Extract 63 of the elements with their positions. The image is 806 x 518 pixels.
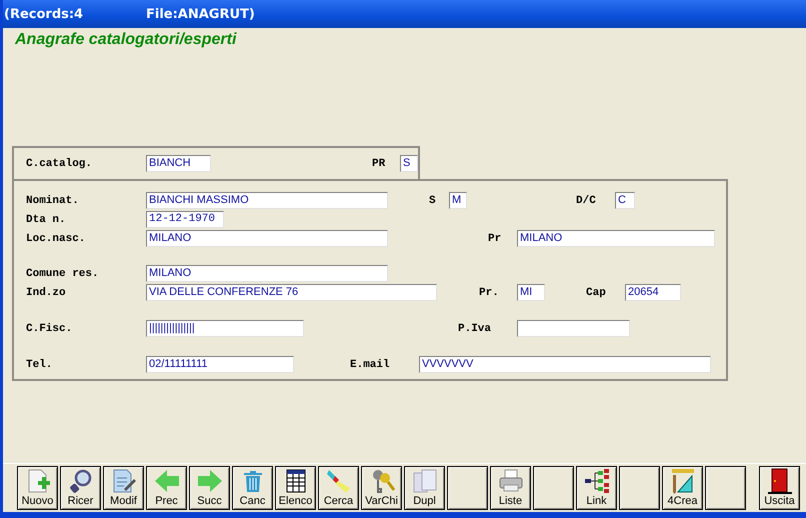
empty-button[interactable] — [705, 466, 746, 510]
file-name: File:ANAGRUT) — [146, 6, 255, 22]
field-label: Ind.zo — [26, 286, 67, 298]
field-label: Pr. — [479, 286, 500, 298]
field-label: P.Iva — [458, 322, 492, 334]
toolbar-button[interactable]: Ricer — [60, 466, 101, 510]
toolbar-button[interactable]: Dupl — [404, 466, 445, 510]
toolbar-button[interactable]: Modif — [103, 466, 144, 510]
copy-icon — [412, 468, 438, 494]
toolbar-button[interactable]: Uscita — [759, 466, 800, 510]
input-field[interactable]: MILANO — [517, 230, 715, 247]
toolbar-button[interactable]: 4Crea — [662, 466, 703, 510]
field-label: Comune res. — [26, 268, 100, 280]
toolbar-button[interactable]: VarChi — [361, 466, 402, 510]
input-field[interactable]: MI — [517, 284, 545, 301]
field-label: Tel. — [26, 358, 54, 370]
field-label: Pr — [488, 232, 502, 244]
toolbar-button[interactable]: Nuovo — [17, 466, 58, 510]
input-field[interactable]: C — [615, 192, 635, 209]
toolbar-button[interactable]: Succ — [189, 466, 230, 510]
input-field[interactable]: 20654 — [625, 284, 681, 301]
field-label: D/C — [576, 194, 597, 206]
toolbar-button[interactable]: Prec — [146, 466, 187, 510]
input-field[interactable]: 12-12-1970 — [146, 211, 224, 228]
input-field[interactable]: BIANCHI MASSIMO — [146, 192, 388, 209]
left-arrow-icon — [154, 468, 180, 494]
input-field[interactable]: MILANO — [146, 265, 388, 282]
input-field[interactable]: BIANCH — [146, 155, 211, 172]
toolbar-button[interactable]: Cerca — [318, 466, 359, 510]
field-label: Dta n. — [26, 214, 67, 226]
empty-button[interactable] — [447, 466, 488, 510]
input-field[interactable] — [517, 320, 630, 337]
drafting-tools-icon — [670, 468, 696, 494]
input-field[interactable]: MILANO — [146, 230, 388, 247]
input-field[interactable]: VVVVVVV — [419, 356, 711, 373]
empty-button[interactable] — [533, 466, 574, 510]
empty-button[interactable] — [619, 466, 660, 510]
input-field[interactable]: S — [400, 155, 418, 172]
field-label: Loc.nasc. — [26, 232, 86, 244]
right-arrow-icon — [196, 468, 222, 494]
door-icon — [766, 468, 792, 494]
field-label: S — [429, 194, 437, 206]
field-label: Cap — [586, 286, 607, 298]
field-label: PR — [372, 158, 386, 170]
records-count: (Records:4 — [4, 6, 84, 22]
toolbar-button[interactable]: Elenco — [275, 466, 316, 510]
field-label: C.Fisc. — [26, 322, 74, 334]
flashlight-icon — [326, 468, 352, 494]
toolbar-button[interactable]: Liste — [490, 466, 531, 510]
field-label: Nominat. — [26, 194, 80, 206]
form-title: Anagrafe catalogatori/esperti — [15, 31, 238, 49]
magnifier-icon — [68, 468, 94, 494]
edit-document-icon — [110, 468, 136, 494]
field-label: E.mail — [350, 358, 391, 370]
field-label: C.catalog. — [26, 158, 94, 170]
input-field[interactable]: |||||||||||||||| — [146, 320, 304, 337]
input-field[interactable]: VIA DELLE CONFERENZE 76 — [146, 284, 437, 301]
toolbar-button[interactable]: Canc — [232, 466, 273, 510]
printer-icon — [498, 468, 524, 494]
hierarchy-icon — [584, 468, 610, 494]
toolbar-button[interactable]: Link — [576, 466, 617, 510]
input-field[interactable]: 02/11111111 — [146, 356, 294, 373]
input-field[interactable]: M — [449, 192, 467, 209]
